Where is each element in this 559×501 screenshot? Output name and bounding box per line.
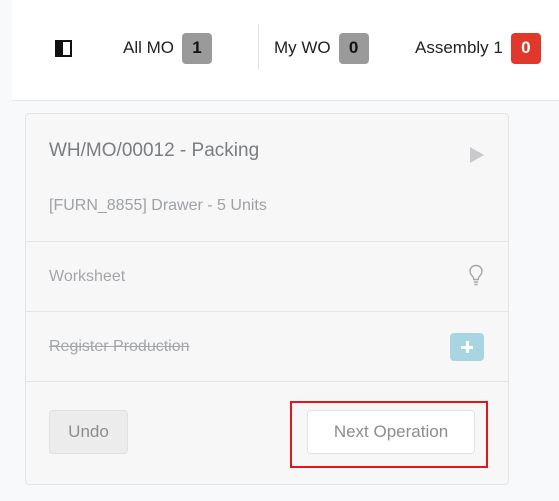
- filter-assembly-1-count: 0: [510, 32, 541, 64]
- top-bar: All MO 1 My WO 0 Assembly 1 0: [12, 0, 559, 101]
- plus-icon-vertical: [465, 341, 469, 353]
- register-plus-button[interactable]: [450, 333, 484, 361]
- register-production-label: Register Production: [49, 338, 190, 355]
- lightbulb-icon: [469, 264, 483, 286]
- filter-my-wo[interactable]: My WO 0: [274, 31, 369, 65]
- play-icon[interactable]: [470, 147, 484, 163]
- filter-assembly-1-label: Assembly 1: [415, 38, 503, 57]
- worksheet-row[interactable]: Worksheet: [26, 242, 508, 312]
- filter-all-mo[interactable]: All MO 1: [123, 31, 212, 65]
- filter-divider: [258, 24, 259, 70]
- register-production-row[interactable]: Register Production: [26, 312, 508, 382]
- sidebar-toggle-icon[interactable]: [55, 40, 72, 57]
- filter-assembly-1[interactable]: Assembly 1 0: [415, 31, 541, 65]
- undo-button[interactable]: Undo: [49, 410, 128, 454]
- filter-all-mo-count: 1: [182, 32, 212, 64]
- worksheet-label: Worksheet: [49, 268, 126, 285]
- filter-all-mo-label: All MO: [123, 38, 174, 57]
- next-operation-button[interactable]: Next Operation: [307, 410, 475, 454]
- filter-my-wo-label: My WO: [274, 38, 331, 57]
- filter-my-wo-count: 0: [338, 32, 369, 64]
- card-header: WH/MO/00012 - Packing [FURN_8855] Drawer…: [26, 114, 508, 242]
- mo-product: [FURN_8855] Drawer - 5 Units: [49, 197, 267, 214]
- mo-title: WH/MO/00012 - Packing: [49, 140, 260, 161]
- workorder-card: WH/MO/00012 - Packing [FURN_8855] Drawer…: [25, 113, 509, 485]
